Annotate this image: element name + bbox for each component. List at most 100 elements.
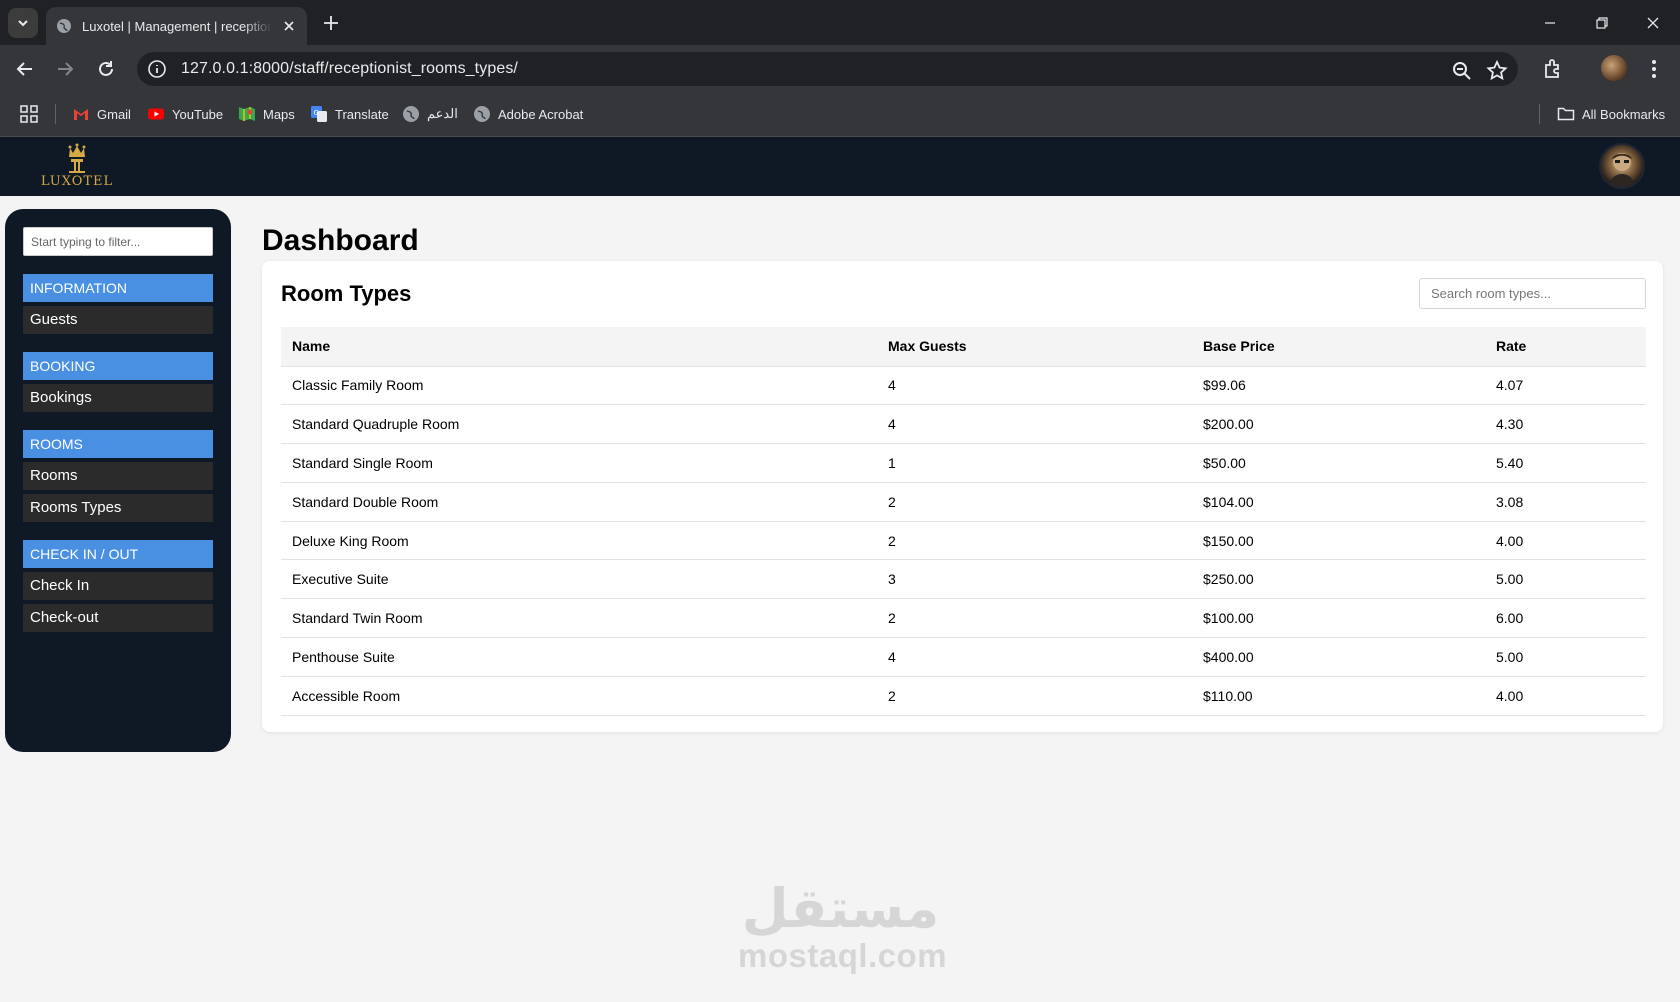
cell-base-price: $400.00 xyxy=(1192,637,1485,677)
close-tab-icon[interactable] xyxy=(281,18,297,34)
bookmark-gmail[interactable]: Gmail xyxy=(72,104,131,124)
profile-avatar[interactable] xyxy=(1601,55,1627,81)
globe-icon xyxy=(57,19,71,33)
cell-rate: 4.30 xyxy=(1485,404,1646,445)
column-header-max-guests[interactable]: Max Guests xyxy=(877,327,1192,367)
bookmark-support[interactable]: الدعم xyxy=(402,104,458,124)
bookmark-adobe-acrobat[interactable]: Adobe Acrobat xyxy=(473,104,583,124)
sidebar-item-check-in[interactable]: Check In xyxy=(23,572,213,600)
table-row[interactable]: Standard Twin Room 2 $100.00 6.00 xyxy=(281,598,1646,639)
bookmark-label: Gmail xyxy=(97,106,131,122)
table-row[interactable]: Standard Double Room 2 $104.00 3.08 xyxy=(281,482,1646,522)
zoom-icon[interactable] xyxy=(1450,59,1474,83)
table-row[interactable]: Classic Family Room 4 $99.06 4.07 xyxy=(281,366,1646,406)
cell-name: Standard Single Room xyxy=(281,443,877,483)
cell-rate: 4.07 xyxy=(1485,366,1646,406)
sidebar-filter-input[interactable] xyxy=(23,227,213,256)
room-types-card: Room Types Name Max Guests Base Price Ra… xyxy=(262,261,1663,732)
sidebar-section-header: BOOKING xyxy=(23,352,213,380)
luxotel-logo[interactable]: LUXOTEL xyxy=(36,140,118,192)
sidebar-item-rooms[interactable]: Rooms xyxy=(23,462,213,490)
column-header-name[interactable]: Name xyxy=(281,327,877,367)
sidebar-item-check-out[interactable]: Check-out xyxy=(23,604,213,632)
cell-rate: 5.00 xyxy=(1485,559,1646,600)
cell-max-guests: 4 xyxy=(877,637,1192,677)
bookmark-translate[interactable]: G Translate xyxy=(310,104,389,124)
cell-rate: 4.00 xyxy=(1485,521,1646,561)
more-menu-icon[interactable] xyxy=(1650,57,1658,81)
reload-icon[interactable] xyxy=(93,56,119,82)
cell-name: Penthouse Suite xyxy=(281,637,877,677)
all-bookmarks-button[interactable]: All Bookmarks xyxy=(1557,104,1665,124)
browser-tab-active[interactable]: Luxotel | Management | receptionist xyxy=(46,7,307,45)
room-types-search-input[interactable] xyxy=(1419,278,1646,309)
cell-base-price: $50.00 xyxy=(1192,443,1485,483)
cell-base-price: $100.00 xyxy=(1192,598,1485,639)
watermark-arabic: مستقل xyxy=(741,877,940,940)
sidebar-section-rooms: ROOMS Rooms Rooms Types xyxy=(23,430,213,522)
bookmark-maps[interactable]: Maps xyxy=(238,104,295,124)
cell-base-price: $150.00 xyxy=(1192,521,1485,561)
cell-rate: 3.08 xyxy=(1485,482,1646,522)
table-row[interactable]: Standard Single Room 1 $50.00 5.40 xyxy=(281,443,1646,483)
forward-icon[interactable] xyxy=(52,56,78,82)
cell-base-price: $250.00 xyxy=(1192,559,1485,600)
brand-name: LUXOTEL xyxy=(40,174,114,189)
bookmark-label: Adobe Acrobat xyxy=(498,106,584,122)
user-avatar[interactable] xyxy=(1599,143,1645,189)
restore-window-icon[interactable] xyxy=(1589,10,1615,36)
bookmark-label: YouTube xyxy=(172,106,224,122)
bookmark-star-icon[interactable] xyxy=(1485,59,1509,83)
address-bar[interactable]: 127.0.0.1:8000/staff/receptionist_rooms_… xyxy=(137,52,1518,86)
table-row[interactable]: Penthouse Suite 4 $400.00 5.00 xyxy=(281,637,1646,677)
app-header: LUXOTEL xyxy=(0,137,1680,196)
sidebar-item-rooms-types[interactable]: Rooms Types xyxy=(23,494,213,522)
youtube-icon xyxy=(148,108,164,120)
cell-max-guests: 4 xyxy=(877,366,1192,406)
sidebar-section-check-in-out: CHECK IN / OUT Check In Check-out xyxy=(23,540,213,632)
cell-name: Standard Quadruple Room xyxy=(281,404,877,445)
room-types-table: Name Max Guests Base Price Rate Classic … xyxy=(281,327,1646,716)
cell-base-price: $200.00 xyxy=(1192,404,1485,445)
sidebar-section-header: INFORMATION xyxy=(23,274,213,302)
sidebar: INFORMATION Guests BOOKING Bookings ROOM… xyxy=(5,209,231,752)
column-header-rate[interactable]: Rate xyxy=(1485,327,1646,367)
table-row[interactable]: Deluxe King Room 2 $150.00 4.00 xyxy=(281,521,1646,561)
cell-rate: 5.40 xyxy=(1485,443,1646,483)
apps-grid-icon[interactable] xyxy=(20,105,38,123)
cell-name: Accessible Room xyxy=(281,676,877,716)
browser-toolbar: 127.0.0.1:8000/staff/receptionist_rooms_… xyxy=(0,45,1680,91)
cell-max-guests: 3 xyxy=(877,559,1192,600)
maps-icon xyxy=(239,107,255,121)
column-header-base-price[interactable]: Base Price xyxy=(1192,327,1485,367)
site-info-icon[interactable] xyxy=(147,59,167,79)
chevron-down-icon xyxy=(18,20,28,27)
close-window-icon[interactable] xyxy=(1640,10,1666,36)
extensions-icon[interactable] xyxy=(1541,57,1565,81)
cell-name: Deluxe King Room xyxy=(281,521,877,561)
sidebar-section-booking: BOOKING Bookings xyxy=(23,352,213,412)
cell-rate: 6.00 xyxy=(1485,598,1646,639)
card-title: Room Types xyxy=(281,281,412,306)
minimize-window-icon[interactable] xyxy=(1537,10,1563,36)
cell-max-guests: 2 xyxy=(877,598,1192,639)
table-row[interactable]: Accessible Room 2 $110.00 4.00 xyxy=(281,676,1646,716)
sidebar-item-bookings[interactable]: Bookings xyxy=(23,384,213,412)
svg-text:G: G xyxy=(314,109,319,117)
cell-rate: 4.00 xyxy=(1485,676,1646,716)
tab-title: Luxotel | Management | receptionist xyxy=(82,18,272,34)
back-icon[interactable] xyxy=(12,56,38,82)
new-tab-icon[interactable] xyxy=(320,12,342,34)
cell-name: Classic Family Room xyxy=(281,366,877,406)
table-row[interactable]: Executive Suite 3 $250.00 5.00 xyxy=(281,559,1646,600)
gmail-icon xyxy=(74,109,88,120)
bookmarks-separator xyxy=(1539,104,1540,124)
user-avatar-image-icon xyxy=(1609,153,1635,187)
tab-search-button[interactable] xyxy=(8,8,38,38)
bookmark-youtube[interactable]: YouTube xyxy=(147,104,223,124)
bookmark-label: الدعم xyxy=(427,106,458,121)
sidebar-item-guests[interactable]: Guests xyxy=(23,306,213,334)
url-text: 127.0.0.1:8000/staff/receptionist_rooms_… xyxy=(181,60,518,77)
table-row[interactable]: Standard Quadruple Room 4 $200.00 4.30 xyxy=(281,404,1646,445)
cell-base-price: $110.00 xyxy=(1192,676,1485,716)
